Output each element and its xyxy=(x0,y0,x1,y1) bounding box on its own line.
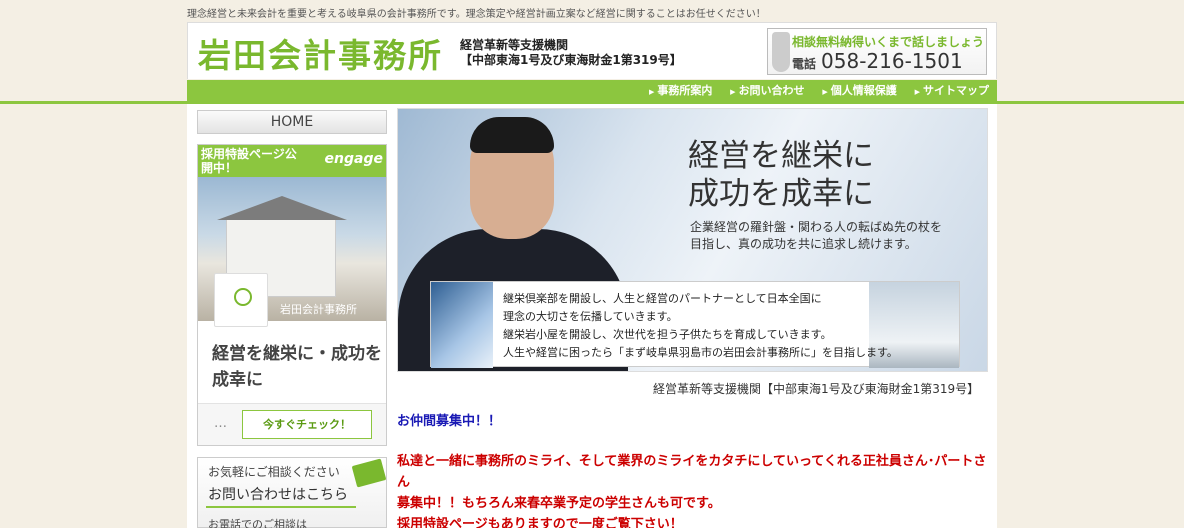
hero-subtitle: 企業経営の羅針盤・関わる人の転ばぬ先の杖を 目指し、真の成功を共に追求し続けます… xyxy=(690,219,942,253)
triangle-right-icon: ▶ xyxy=(914,88,920,96)
hero-message-line: 理念の大切さを伝播していきます。 xyxy=(503,310,678,323)
site-header: 岩田会計事務所 経営革新等支援機関 【中部東海1号及び東海財金1第319号】 相… xyxy=(187,22,997,79)
engage-footer: … 今すぐチェック！ xyxy=(198,403,386,445)
office-building-photo: 岩田会計事務所 xyxy=(198,177,386,327)
nav-item-label: 個人情報保護 xyxy=(830,84,897,97)
hero-title: 経営を継栄に 成功を成幸に xyxy=(688,137,874,213)
phone-row: 電話 058-216-1501 xyxy=(792,49,963,73)
engage-catchphrase: 経営を継栄に・成功を成幸に xyxy=(212,344,382,390)
nav-item-label: サイトマップ xyxy=(923,84,989,97)
contact-line1: お気軽にご相談ください xyxy=(208,465,340,479)
hero-sub-line1: 企業経営の羅針盤・関わる人の転ばぬ先の杖を xyxy=(690,220,943,234)
hero-banner: 経営を継栄に 成功を成幸に 企業経営の羅針盤・関わる人の転ばぬ先の杖を 目指し、… xyxy=(397,108,988,372)
recruit-body-line2: 募集中！！もちろん来春卒業予定の学生さんも可です。 xyxy=(397,496,721,511)
mail-icon xyxy=(351,458,387,488)
nav-item-sitemap[interactable]: ▶ サイトマップ xyxy=(915,80,989,103)
contact-line2: お問い合わせはこちら xyxy=(208,487,348,503)
certification-caption: 経営革新等支援機関【中部東海1号及び東海財金1第319号】 xyxy=(653,382,980,396)
phone-tagline: 相談無料納得いくまで話しましょう xyxy=(792,35,985,49)
engage-header: 採用特設ページ公開中！ engage xyxy=(198,145,386,177)
header-certification: 経営革新等支援機関 【中部東海1号及び東海財金1第319号】 xyxy=(460,38,682,68)
person-hair-image xyxy=(470,117,554,153)
nav-item-privacy[interactable]: ▶ 個人情報保護 xyxy=(822,80,896,103)
global-nav: ▶ 事務所案内 ▶ お問い合わせ ▶ 個人情報保護 ▶ サイトマップ xyxy=(187,80,997,102)
phone-label: 電話 xyxy=(792,57,817,71)
header-sub-line2: 【中部東海1号及び東海財金1第319号】 xyxy=(460,53,682,67)
phone-number[interactable]: 058-216-1501 xyxy=(821,49,963,73)
recruit-body: 私達と一緒に事務所のミライ、そして業界のミライをカタチにしていってくれる正社員さ… xyxy=(397,451,987,528)
hero-message-text: 継栄倶楽部を開設し、人生と経営のパートナーとして日本全国に 理念の大切さを伝播し… xyxy=(503,290,898,362)
recruit-body-line3: 採用特設ページもありますので一度ご覧下さい！ xyxy=(397,517,683,528)
header-sub-line1: 経営革新等支援機関 xyxy=(460,38,569,52)
contact-banner[interactable]: お気軽にご相談ください お問い合わせはこちら お電話でのご相談は xyxy=(197,457,387,528)
hero-message-line: 継栄倶楽部を開設し、人生と経営のパートナーとして日本全国に xyxy=(503,292,822,305)
hero-title-line1: 経営を継栄に xyxy=(688,138,874,174)
engage-head-text: 採用特設ページ公開中！ xyxy=(201,147,297,175)
engage-brand: engage xyxy=(324,151,383,167)
hero-message-line: 人生や経営に困ったら「まず岐阜県羽島市の岩田会計事務所に」を目指します。 xyxy=(503,346,898,359)
triangle-right-icon: ▶ xyxy=(648,88,655,96)
contact-line3: お電話でのご相談は xyxy=(208,518,307,528)
engage-company-name: 岩田会計事務所 xyxy=(280,303,357,316)
phone-banner: 相談無料納得いくまで話しましょう 電話 058-216-1501 xyxy=(767,28,987,75)
triangle-right-icon: ▶ xyxy=(822,88,828,96)
company-avatar xyxy=(214,273,268,327)
recruit-heading: お仲間募集中！！ xyxy=(397,414,502,429)
engage-recruit-widget[interactable]: 採用特設ページ公開中！ engage 岩田会計事務所 経営を継栄に・成功を成幸に… xyxy=(197,144,387,446)
triangle-right-icon: ▶ xyxy=(730,88,736,96)
nav-item-about[interactable]: ▶ 事務所案内 xyxy=(649,80,712,103)
nav-item-contact[interactable]: ▶ お問い合わせ xyxy=(730,80,804,103)
hero-message-box: 継栄倶楽部を開設し、人生と経営のパートナーとして日本全国に 理念の大切さを伝播し… xyxy=(430,281,960,368)
nav-item-label: 事務所案内 xyxy=(657,84,713,97)
glass-building-image xyxy=(431,282,493,368)
contact-underline xyxy=(206,506,356,508)
hero-title-line2: 成功を成幸に xyxy=(688,176,874,212)
hero-message-line: 継栄岩小屋を開設し、次世代を担う子供たちを育成していきます。 xyxy=(503,328,832,341)
home-button[interactable]: HOME xyxy=(197,110,387,134)
check-now-button[interactable]: 今すぐチェック！ xyxy=(242,410,372,439)
nav-item-label: お問い合わせ xyxy=(738,84,805,97)
recruit-body-line1: 私達と一緒に事務所のミライ、そして業界のミライをカタチにしていってくれる正社員さ… xyxy=(397,454,987,490)
more-dots-icon: … xyxy=(214,416,227,431)
phone-icon xyxy=(772,32,790,72)
hero-sub-line2: 目指し、真の成功を共に追求し続けます。 xyxy=(690,237,917,251)
site-logo[interactable]: 岩田会計事務所 xyxy=(198,29,443,77)
site-tagline: 理念経営と未来会計を重要と考える岐阜県の会計事務所です。理念策定や経営計画立案な… xyxy=(187,9,766,20)
